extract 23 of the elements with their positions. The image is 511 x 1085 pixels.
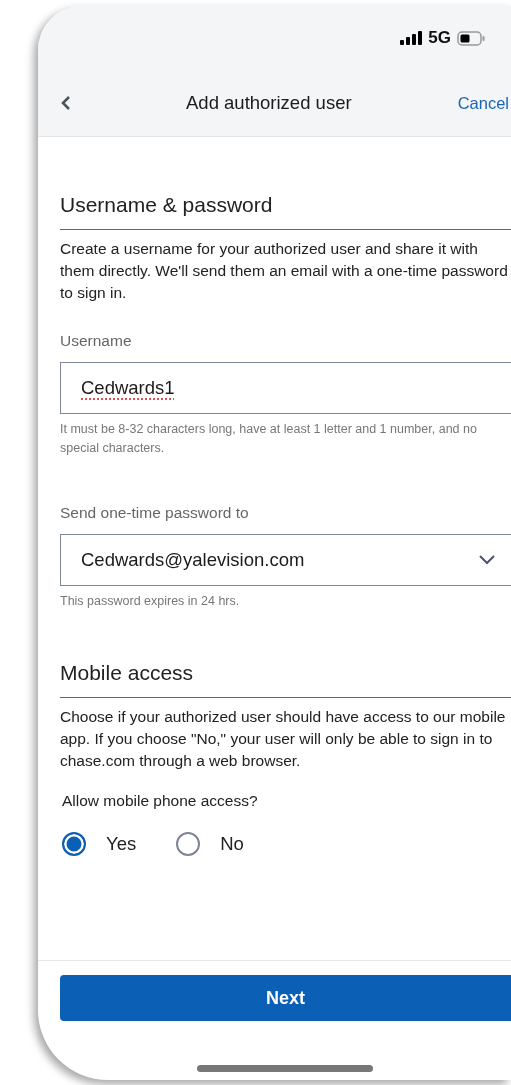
field-label: Send one-time password to [60, 504, 250, 522]
signal-icon [400, 31, 423, 45]
back-icon[interactable] [60, 95, 72, 111]
field-hint: It must be 8-32 characters long, have at least 1 letter and 1 number, and no special characters. [60, 421, 478, 457]
next-button[interactable]: Next [60, 975, 511, 1021]
chevron-down-icon [479, 555, 495, 565]
battery-icon [457, 30, 485, 46]
section-heading: Username & password [60, 193, 274, 218]
radio-label[interactable]: No [220, 833, 244, 855]
section-description: Create a username for your authorized user and share it with them directly. We'll send them an email with a one-time password to sign in. [60, 239, 509, 303]
radio-label[interactable]: Yes [106, 833, 137, 855]
radio-button[interactable] [176, 832, 201, 856]
cancel-link[interactable]: Cancel [457, 93, 511, 113]
section-description: Choose if your authorized user should have access to our mobile app. If you choose "No," your user will only be able to sign in to chase.com through a web browser. [60, 707, 507, 771]
username-field[interactable]: Cedwards1 [60, 362, 511, 414]
section-heading: Mobile access [60, 661, 195, 686]
email-dropdown[interactable]: Cedwards@yalevision.com [60, 534, 511, 586]
field-label: Username [60, 332, 133, 350]
radio-button[interactable] [62, 832, 86, 856]
page-title: Add authorized user [186, 92, 352, 114]
question-text: Allow mobile phone access? [61, 792, 259, 810]
network-label: 5G [428, 28, 451, 48]
field-hint: This password expires in 24 hrs. [60, 593, 241, 610]
